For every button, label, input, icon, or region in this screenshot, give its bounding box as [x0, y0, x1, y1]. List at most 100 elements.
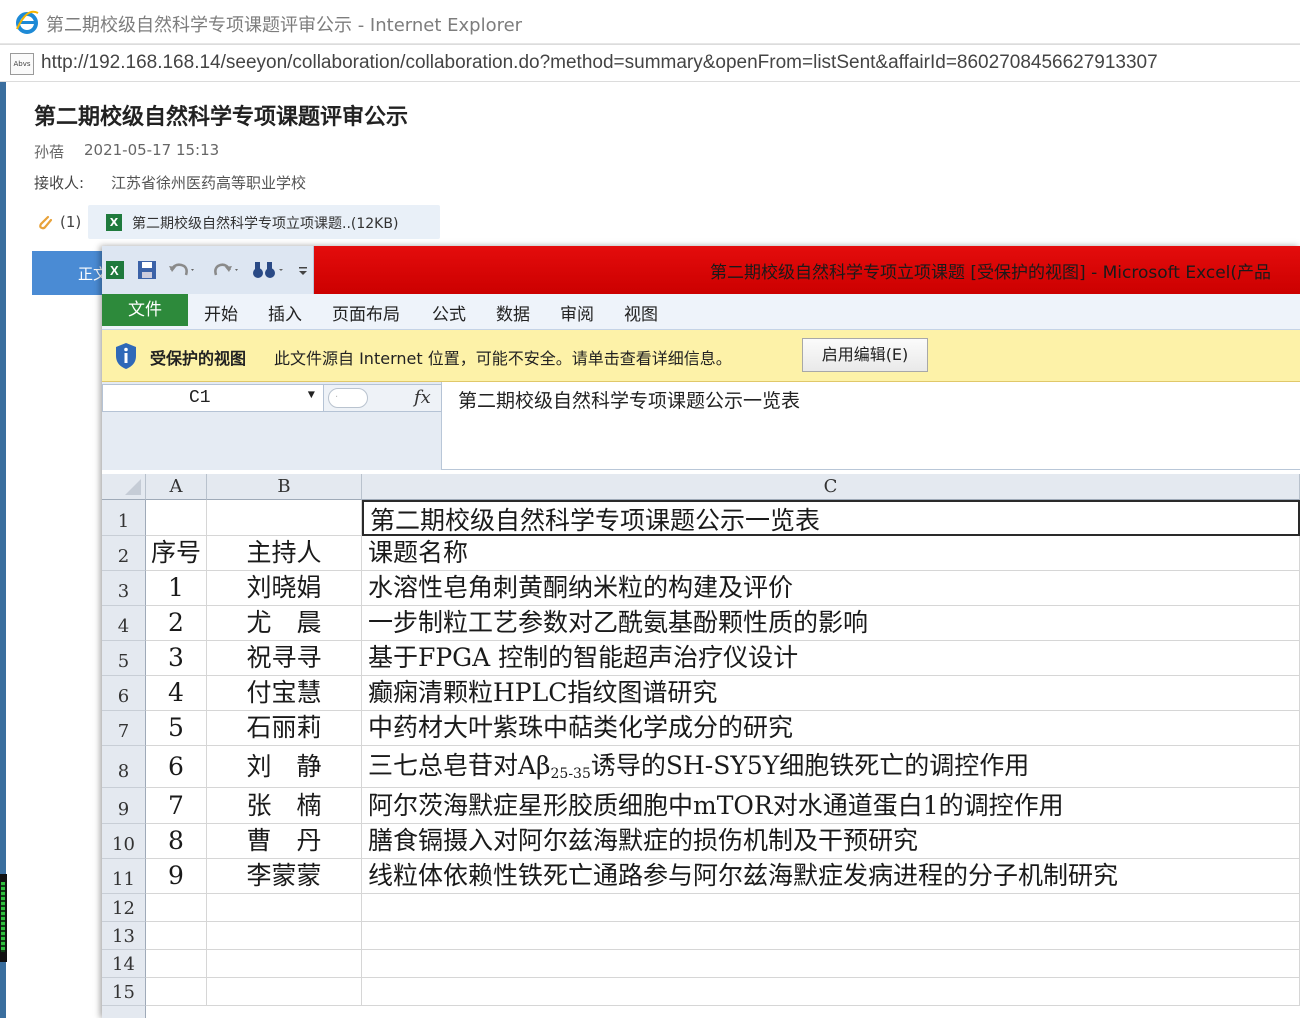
column-header-c[interactable]: C — [362, 474, 1300, 500]
name-box[interactable]: C1 ▼ — [102, 384, 324, 412]
tab-file[interactable]: 文件 — [102, 294, 188, 326]
undo-icon[interactable] — [166, 258, 196, 282]
name-box-area: C1 ▼ · fx — [102, 382, 442, 470]
tab-home[interactable]: 开始 — [204, 300, 238, 325]
tab-formulas[interactable]: 公式 — [432, 300, 466, 325]
row-header-13[interactable]: 13 — [102, 922, 146, 950]
row-header-12[interactable]: 12 — [102, 894, 146, 922]
cell-seq[interactable]: 6 — [146, 746, 207, 788]
publish-time: 2021-05-17 15:13 — [84, 141, 220, 159]
cell-topic[interactable]: 水溶性皂角刺黄酮纳米粒的构建及评价 — [362, 571, 1300, 606]
cell-host[interactable]: 张 楠 — [207, 788, 362, 824]
row-header-1[interactable]: 1 — [102, 500, 146, 536]
cell-host[interactable]: 付宝慧 — [207, 676, 362, 711]
header-seq-cell[interactable]: 序号 — [146, 536, 207, 571]
empty-cell[interactable] — [146, 922, 207, 950]
cell-seq[interactable]: 1 — [146, 571, 207, 606]
cell-host[interactable]: 曹 丹 — [207, 824, 362, 859]
column-header-b[interactable]: B — [207, 474, 362, 500]
empty-cell[interactable] — [207, 922, 362, 950]
excel-file-icon: X — [106, 214, 122, 231]
formula-content[interactable]: 第二期校级自然科学专项课题公示一览表 — [458, 386, 800, 413]
quick-access-toolbar: X — [102, 246, 314, 294]
tab-insert[interactable]: 插入 — [268, 300, 302, 325]
formula-bar: C1 ▼ · fx 第二期校级自然科学专项课题公示一览表 — [102, 382, 1300, 470]
cell-seq[interactable]: 2 — [146, 606, 207, 641]
find-binoculars-icon[interactable] — [250, 258, 286, 282]
empty-cell[interactable] — [362, 894, 1300, 922]
empty-cell[interactable] — [146, 978, 207, 1006]
header-name-cell[interactable]: 课题名称 — [362, 536, 1300, 571]
svg-text:X: X — [110, 263, 119, 278]
protected-view-message[interactable]: 此文件源自 Internet 位置，可能不安全。请单击查看详细信息。 — [274, 345, 732, 369]
enable-editing-button[interactable]: 启用编辑(E) — [802, 338, 928, 372]
sheet-title-cell[interactable]: 第二期校级自然科学专项课题公示一览表 — [362, 500, 1300, 536]
tab-view[interactable]: 视图 — [624, 300, 658, 325]
cell-b1[interactable] — [207, 500, 362, 536]
select-all-corner[interactable] — [102, 474, 146, 500]
row-header-8[interactable]: 8 — [102, 746, 146, 788]
row-header-11[interactable]: 11 — [102, 859, 146, 894]
cell-topic[interactable]: 一步制粒工艺参数对乙酰氨基酚颗性质的影响 — [362, 606, 1300, 641]
row-header-3[interactable]: 3 — [102, 571, 146, 606]
row-header-7[interactable]: 7 — [102, 711, 146, 746]
row-header-4[interactable]: 4 — [102, 606, 146, 641]
cell-seq[interactable]: 8 — [146, 824, 207, 859]
empty-cell[interactable] — [207, 978, 362, 1006]
cell-topic[interactable]: 癫痫清颗粒HPLC指纹图谱研究 — [362, 676, 1300, 711]
row-header-10[interactable]: 10 — [102, 824, 146, 859]
row-header-partial[interactable] — [102, 1006, 146, 1018]
save-icon[interactable] — [136, 258, 158, 282]
row-header-5[interactable]: 5 — [102, 641, 146, 676]
cell-topic[interactable]: 阿尔茨海默症星形胶质细胞中mTOR对水通道蛋白1的调控作用 — [362, 788, 1300, 824]
empty-cell[interactable] — [207, 950, 362, 978]
cell-seq[interactable]: 7 — [146, 788, 207, 824]
chevron-down-icon[interactable]: ▼ — [308, 388, 315, 402]
row-header-15[interactable]: 15 — [102, 978, 146, 1006]
empty-cell[interactable] — [207, 894, 362, 922]
cell-topic[interactable]: 中药材大叶紫珠中萜类化学成分的研究 — [362, 711, 1300, 746]
protected-view-label: 受保护的视图 — [150, 349, 247, 368]
cell-host[interactable]: 刘晓娟 — [207, 571, 362, 606]
address-bar[interactable]: Abvs http://192.168.168.14/seeyon/collab… — [0, 44, 1300, 82]
cell-seq[interactable]: 9 — [146, 859, 207, 894]
cell-topic[interactable]: 膳食镉摄入对阿尔兹海默症的损伤机制及干预研究 — [362, 824, 1300, 859]
customize-toolbar-icon[interactable] — [296, 258, 310, 282]
cell-host[interactable]: 石丽莉 — [207, 711, 362, 746]
cell-seq[interactable]: 4 — [146, 676, 207, 711]
empty-cell[interactable] — [362, 978, 1300, 1006]
cell-host[interactable]: 刘 静 — [207, 746, 362, 788]
cell-a1[interactable] — [146, 500, 207, 536]
row-header-14[interactable]: 14 — [102, 950, 146, 978]
header-host-cell[interactable]: 主持人 — [207, 536, 362, 571]
column-header-a[interactable]: A — [146, 474, 207, 500]
cell-host[interactable]: 李蒙蒙 — [207, 859, 362, 894]
cell-topic[interactable]: 三七总皂苷对Aβ25-35诱导的SH-SY5Y细胞铁死亡的调控作用 — [362, 746, 1300, 788]
insert-function-icon[interactable]: fx — [414, 387, 431, 408]
cell-topic[interactable]: 线粒体依赖性铁死亡通路参与阿尔兹海默症发病进程的分子机制研究 — [362, 859, 1300, 894]
cell-seq[interactable]: 3 — [146, 641, 207, 676]
cell-seq[interactable]: 5 — [146, 711, 207, 746]
row-header-2[interactable]: 2 — [102, 536, 146, 571]
attachment-name[interactable]: 第二期校级自然科学专项立项课题..(12KB) — [132, 213, 398, 233]
empty-cell[interactable] — [362, 950, 1300, 978]
row-header-6[interactable]: 6 — [102, 676, 146, 711]
attachment-item[interactable]: X 第二期校级自然科学专项立项课题..(12KB) — [88, 205, 440, 239]
excel-title-bar: X 第二期校级自然科学专项立项课题 [受保护的视图] - Microsoft E… — [102, 246, 1300, 294]
cell-host[interactable]: 祝寻寻 — [207, 641, 362, 676]
cell-topic[interactable]: 基于FPGA 控制的智能超声治疗仪设计 — [362, 641, 1300, 676]
tab-page-layout[interactable]: 页面布局 — [332, 300, 400, 325]
tab-review[interactable]: 审阅 — [560, 300, 594, 325]
formula-toggle-icon[interactable]: · — [328, 388, 368, 408]
empty-cell[interactable] — [362, 922, 1300, 950]
protected-view-bar: 受保护的视图 此文件源自 Internet 位置，可能不安全。请单击查看详细信息… — [102, 330, 1300, 382]
empty-cell[interactable] — [146, 894, 207, 922]
row-header-9[interactable]: 9 — [102, 788, 146, 824]
receiver-value: 江苏省徐州医药高等职业学校 — [111, 174, 307, 192]
address-url[interactable]: http://192.168.168.14/seeyon/collaborati… — [41, 52, 1158, 74]
cell-host[interactable]: 尤 晨 — [207, 606, 362, 641]
tab-data[interactable]: 数据 — [496, 300, 530, 325]
empty-cell[interactable] — [146, 950, 207, 978]
redo-icon[interactable] — [210, 258, 240, 282]
function-controls: · fx — [324, 384, 442, 412]
